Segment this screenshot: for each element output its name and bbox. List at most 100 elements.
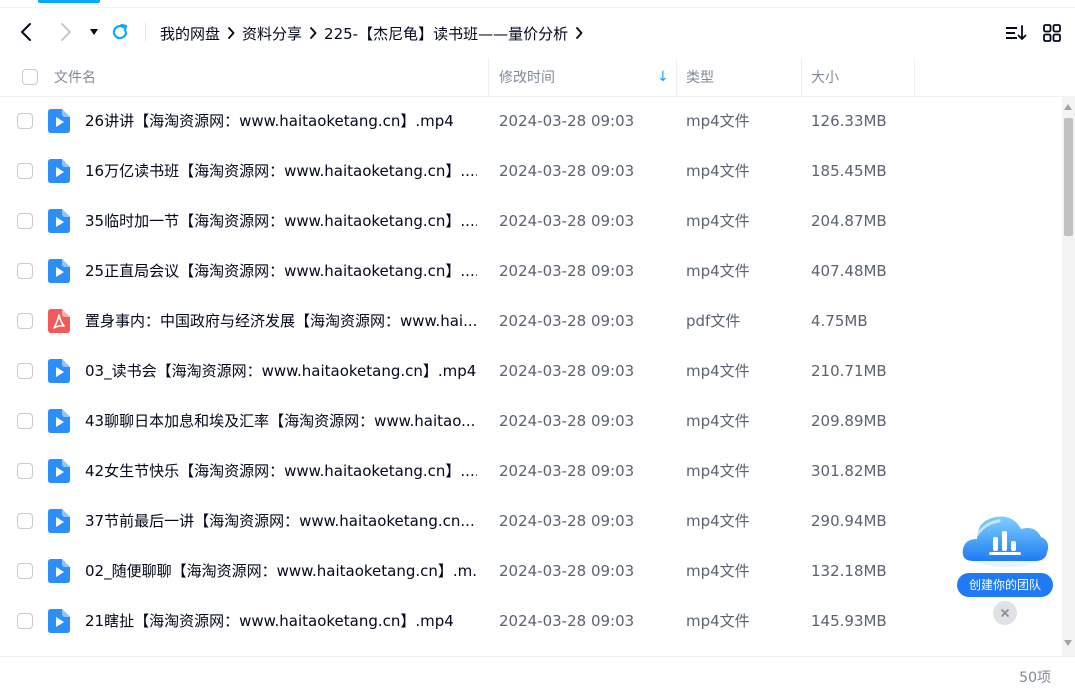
file-name[interactable]: 37节前最后一讲【海淘资源网：www.haitaoketang.cn... [85, 496, 477, 546]
file-size: 209.89MB [811, 412, 887, 430]
breadcrumb-chevron-icon [220, 27, 242, 39]
row-checkbox[interactable] [17, 363, 33, 379]
column-header-time[interactable]: 修改时间 ↓ [499, 58, 669, 96]
video-file-icon [48, 559, 70, 583]
table-header: 文件名 修改时间 ↓ 类型 大小 [0, 58, 1075, 97]
video-file-icon [48, 209, 70, 233]
breadcrumb: 我的网盘 资料分享 225-【杰尼龟】读书班——量价分析 [160, 20, 590, 46]
grid-view-button[interactable] [1041, 22, 1063, 44]
file-name[interactable]: 25正直局会议【海淘资源网：www.haitaoketang.cn】.... [85, 246, 477, 296]
column-divider[interactable] [801, 58, 802, 96]
column-header-type[interactable]: 类型 [686, 58, 714, 96]
table-row[interactable]: 16万亿读书班【海淘资源网：www.haitaoketang.cn】.... 20… [0, 146, 1062, 196]
refresh-button[interactable] [108, 20, 132, 44]
team-cloud-icon [962, 516, 1049, 567]
video-file-icon [48, 259, 70, 283]
file-size: 204.87MB [811, 212, 887, 230]
file-size: 210.71MB [811, 362, 887, 380]
breadcrumb-chevron-icon[interactable] [568, 27, 590, 39]
file-name[interactable]: 16万亿读书班【海淘资源网：www.haitaoketang.cn】.... [85, 146, 477, 196]
file-modified-time: 2024-03-28 09:03 [499, 262, 635, 280]
file-modified-time: 2024-03-28 09:03 [499, 562, 635, 580]
file-size: 132.18MB [811, 562, 887, 580]
create-team-label: 创建你的团队 [957, 573, 1053, 597]
row-checkbox[interactable] [17, 163, 33, 179]
nav-separator [145, 23, 146, 41]
sort-button[interactable] [1005, 22, 1027, 44]
file-type: mp4文件 [686, 412, 750, 430]
video-file-icon [48, 109, 70, 133]
file-type: mp4文件 [686, 362, 750, 380]
column-divider[interactable] [676, 58, 677, 96]
active-tab-indicator [38, 0, 100, 3]
file-type: mp4文件 [686, 512, 750, 530]
file-name[interactable]: 置身事内：中国政府与经济发展【海淘资源网：www.hai... [85, 296, 477, 346]
breadcrumb-item-share[interactable]: 资料分享 [242, 23, 302, 44]
sort-descending-icon: ↓ [657, 69, 669, 85]
file-size: 145.93MB [811, 612, 887, 630]
file-size: 126.33MB [811, 112, 887, 130]
file-modified-time: 2024-03-28 09:03 [499, 212, 635, 230]
row-checkbox[interactable] [17, 413, 33, 429]
video-file-icon [48, 459, 70, 483]
table-row[interactable]: 03_读书会【海淘资源网：www.haitaoketang.cn】.mp4 202… [0, 346, 1062, 396]
row-checkbox[interactable] [17, 513, 33, 529]
column-divider[interactable] [488, 58, 489, 96]
file-modified-time: 2024-03-28 09:03 [499, 162, 635, 180]
scroll-down-arrow[interactable] [1064, 640, 1072, 646]
row-checkbox[interactable] [17, 563, 33, 579]
forward-button[interactable] [53, 20, 77, 44]
item-count: 50项 [1019, 670, 1051, 686]
file-list: 26讲讲【海淘资源网：www.haitaoketang.cn】.mp4 2024-… [0, 96, 1062, 646]
history-dropdown-button[interactable] [83, 20, 105, 44]
file-name[interactable]: 02_随便聊聊【海淘资源网：www.haitaoketang.cn】.m... [85, 546, 477, 596]
file-name[interactable]: 42女生节快乐【海淘资源网：www.haitaoketang.cn】.... [85, 446, 477, 496]
file-name[interactable]: 43聊聊日本加息和埃及汇率【海淘资源网：www.haitao... [85, 396, 477, 446]
scrollbar-thumb[interactable] [1064, 118, 1073, 236]
table-row[interactable]: 02_随便聊聊【海淘资源网：www.haitaoketang.cn】.m... 2… [0, 546, 1062, 596]
refresh-icon [112, 23, 128, 40]
column-header-size[interactable]: 大小 [811, 58, 839, 96]
row-checkbox[interactable] [17, 263, 33, 279]
navigation-bar: 我的网盘 资料分享 225-【杰尼龟】读书班——量价分析 [0, 8, 1075, 58]
row-checkbox[interactable] [17, 463, 33, 479]
row-checkbox[interactable] [17, 213, 33, 229]
table-row[interactable]: 置身事内：中国政府与经济发展【海淘资源网：www.hai... 2024-03-2… [0, 296, 1062, 346]
file-type: pdf文件 [686, 312, 741, 330]
row-checkbox[interactable] [17, 113, 33, 129]
file-name[interactable]: 26讲讲【海淘资源网：www.haitaoketang.cn】.mp4 [85, 96, 477, 146]
row-checkbox[interactable] [17, 613, 33, 629]
select-all-checkbox[interactable] [22, 69, 38, 85]
pdf-file-icon [48, 309, 70, 333]
column-divider[interactable] [914, 58, 915, 96]
chevron-right-icon [61, 23, 71, 41]
breadcrumb-item-root[interactable]: 我的网盘 [160, 23, 220, 44]
breadcrumb-chevron-icon [302, 27, 324, 39]
file-modified-time: 2024-03-28 09:03 [499, 362, 635, 380]
scroll-up-arrow[interactable] [1064, 104, 1072, 110]
file-type: mp4文件 [686, 462, 750, 480]
file-type: mp4文件 [686, 162, 750, 180]
file-name[interactable]: 35临时加一节【海淘资源网：www.haitaoketang.cn】.... [85, 196, 477, 246]
file-type: mp4文件 [686, 262, 750, 280]
video-file-icon [48, 159, 70, 183]
table-row[interactable]: 25正直局会议【海淘资源网：www.haitaoketang.cn】.... 20… [0, 246, 1062, 296]
grid-view-icon [1043, 24, 1061, 42]
file-name[interactable]: 03_读书会【海淘资源网：www.haitaoketang.cn】.mp4 [85, 346, 477, 396]
back-button[interactable] [15, 20, 39, 44]
row-checkbox[interactable] [17, 313, 33, 329]
caret-down-icon [90, 29, 98, 35]
table-row[interactable]: 26讲讲【海淘资源网：www.haitaoketang.cn】.mp4 2024-… [0, 96, 1062, 146]
close-team-widget-button[interactable] [993, 601, 1017, 625]
create-team-widget[interactable]: 创建你的团队 [955, 505, 1055, 601]
column-header-name[interactable]: 文件名 [54, 58, 96, 96]
table-row[interactable]: 42女生节快乐【海淘资源网：www.haitaoketang.cn】.... 20… [0, 446, 1062, 496]
table-row[interactable]: 35临时加一节【海淘资源网：www.haitaoketang.cn】.... 20… [0, 196, 1062, 246]
breadcrumb-item-current[interactable]: 225-【杰尼龟】读书班——量价分析 [324, 23, 568, 44]
table-row[interactable]: 37节前最后一讲【海淘资源网：www.haitaoketang.cn... 202… [0, 496, 1062, 546]
file-size: 407.48MB [811, 262, 887, 280]
table-row[interactable]: 43聊聊日本加息和埃及汇率【海淘资源网：www.haitao... 2024-03… [0, 396, 1062, 446]
table-row[interactable]: 21瞎扯【海淘资源网：www.haitaoketang.cn】.mp4 2024-… [0, 596, 1062, 646]
file-name[interactable]: 21瞎扯【海淘资源网：www.haitaoketang.cn】.mp4 [85, 596, 477, 646]
file-size: 290.94MB [811, 512, 887, 530]
